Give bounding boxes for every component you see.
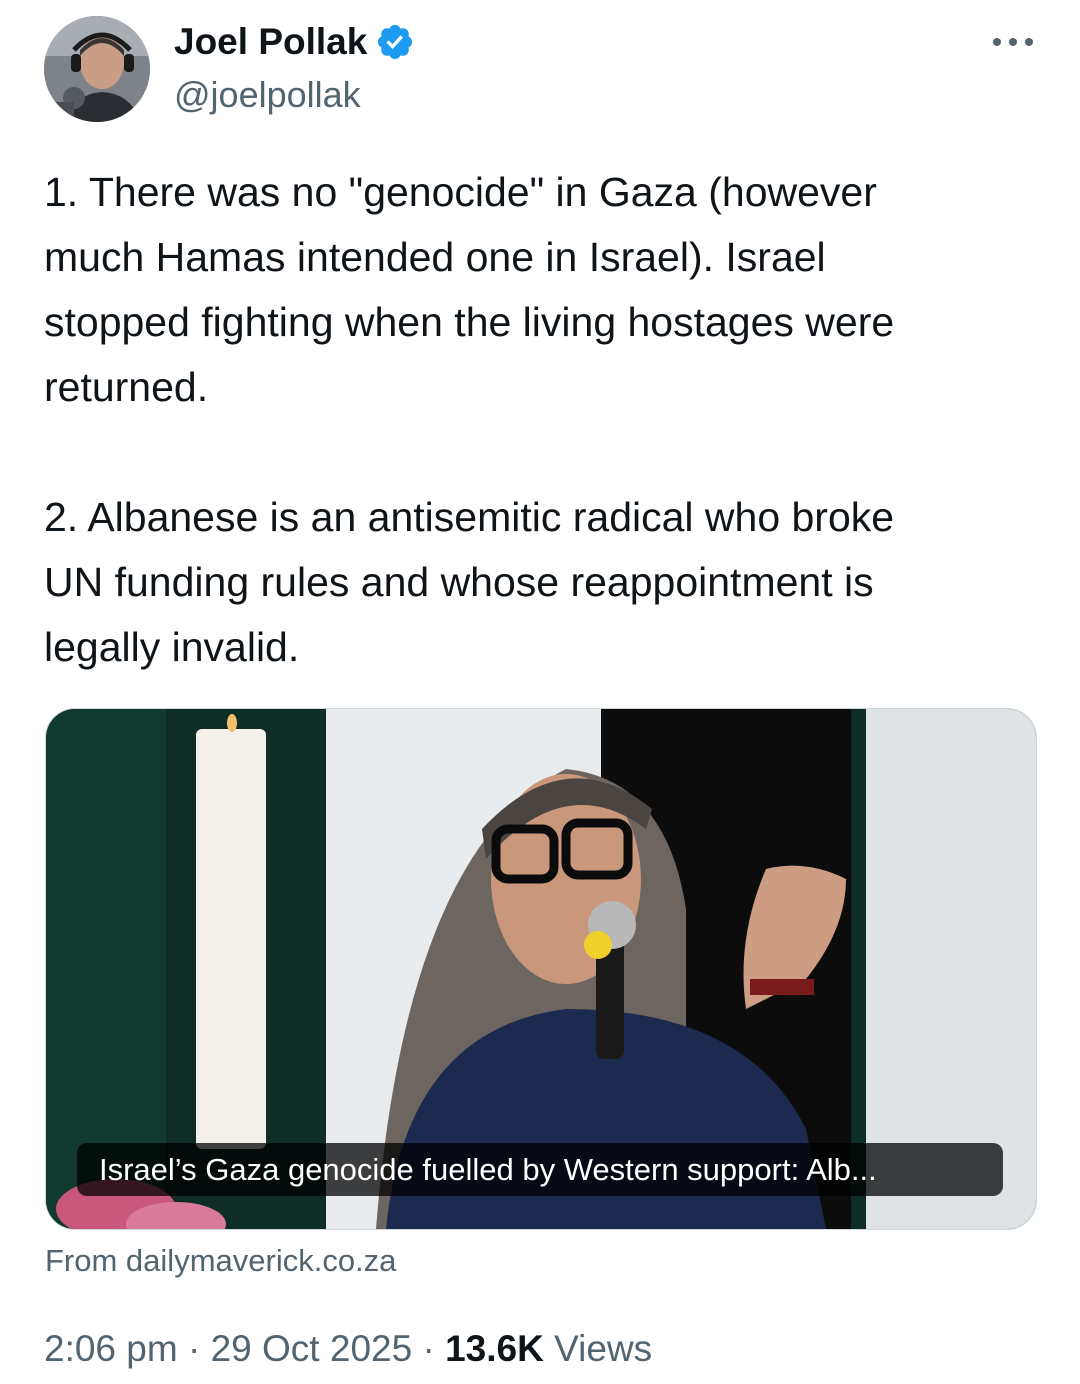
- more-horizontal-icon[interactable]: [990, 30, 1036, 54]
- tweet-date[interactable]: 29 Oct 2025: [211, 1328, 413, 1369]
- meta-separator: ·: [412, 1328, 446, 1369]
- tweet-text: 1. There was no "genocide" in Gaza (howe…: [44, 160, 1044, 680]
- views-label: Views: [554, 1328, 653, 1369]
- meta-separator: ·: [177, 1328, 211, 1369]
- profile-photo-icon: [44, 16, 150, 122]
- verified-badge-icon: [378, 24, 413, 60]
- card-source-link[interactable]: From dailymaverick.co.za: [45, 1240, 396, 1282]
- views-count: 13.6K: [445, 1328, 544, 1369]
- tweet-meta: 2:06 pm · 29 Oct 2025 · 13.6K Views: [44, 1324, 652, 1374]
- link-preview-card[interactable]: Israel’s Gaza genocide fuelled by Wester…: [45, 708, 1037, 1230]
- card-caption: Israel’s Gaza genocide fuelled by Wester…: [77, 1143, 1003, 1196]
- display-name-text: Joel Pollak: [174, 21, 368, 62]
- tweet-time[interactable]: 2:06 pm: [44, 1328, 178, 1369]
- author-handle[interactable]: @joelpollak: [174, 72, 361, 118]
- author-display-name[interactable]: Joel Pollak: [174, 18, 415, 66]
- author-avatar[interactable]: [44, 16, 150, 122]
- tweet-paragraph-2: 2. Albanese is an antisemitic radical wh…: [44, 494, 895, 670]
- tweet-paragraph-1: 1. There was no "genocide" in Gaza (howe…: [44, 169, 895, 410]
